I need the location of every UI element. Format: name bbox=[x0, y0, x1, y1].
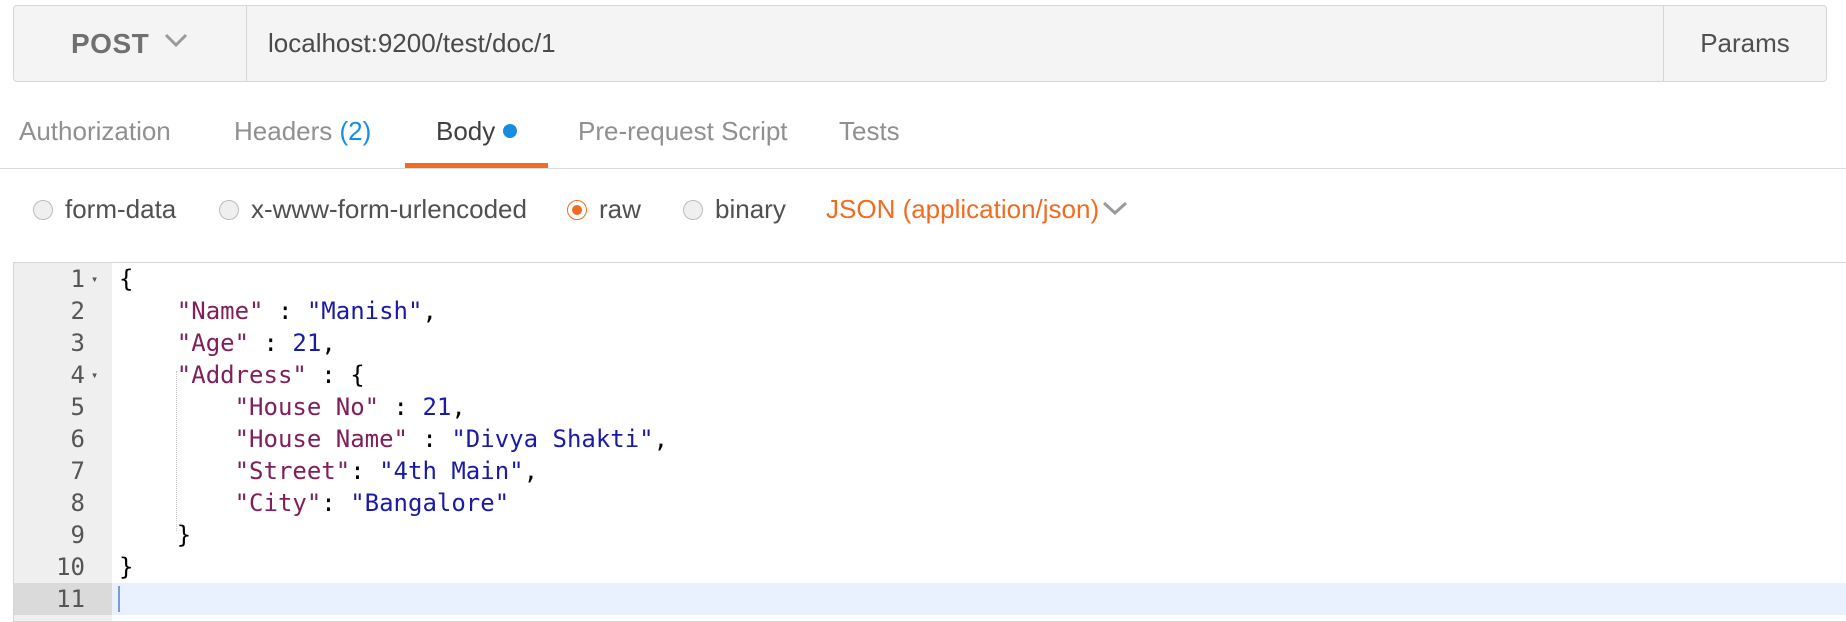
code-editor[interactable]: 1 ▾{2 "Name" : "Manish", 3 "Age" : 21, 4 ▾ "… bbox=[13, 262, 1846, 622]
code-text: "House No" : 21, bbox=[234, 393, 466, 421]
chevron-down-icon bbox=[164, 33, 188, 48]
code-text: "Name" : "Manish", bbox=[176, 297, 437, 325]
code-text: "House Name" : "Divya Shakti", bbox=[234, 425, 669, 453]
modified-dot-icon bbox=[503, 124, 518, 138]
code-text: "City": "Bangalore" bbox=[234, 489, 510, 517]
code-line[interactable]: 2 "Name" : "Manish", bbox=[14, 295, 1846, 327]
code-line[interactable]: 9 } bbox=[14, 519, 1846, 551]
radio-binary[interactable]: binary bbox=[683, 194, 786, 225]
line-number: 6 bbox=[70, 425, 85, 453]
tab-label: Authorization bbox=[19, 116, 171, 146]
radio-circle bbox=[683, 199, 703, 220]
method-label: POST bbox=[71, 28, 150, 59]
code-line[interactable]: 5 "House No" : 21, bbox=[14, 391, 1846, 423]
code-text: "Address" : { bbox=[176, 361, 365, 389]
line-number: 11 bbox=[56, 585, 85, 613]
code-text: { bbox=[119, 265, 134, 293]
line-number: 3 bbox=[70, 329, 85, 357]
tab-label: Tests bbox=[839, 116, 900, 146]
radio-circle bbox=[33, 199, 53, 220]
code-line[interactable]: 11 bbox=[14, 583, 1846, 615]
content-type-dropdown[interactable]: JSON (application/json) bbox=[826, 194, 1099, 225]
tab-pre-request-script[interactable]: Pre-request Script bbox=[578, 96, 788, 168]
line-number: 4 bbox=[70, 361, 85, 389]
headers-count-badge: (2) bbox=[339, 116, 372, 146]
code-text: } bbox=[119, 521, 192, 549]
code-line[interactable]: 1 ▾ { bbox=[14, 263, 1846, 295]
radio-label: form-data bbox=[65, 194, 177, 224]
tab-label: Body bbox=[436, 116, 496, 146]
tab-authorization[interactable]: Authorization bbox=[19, 96, 171, 168]
line-number: 7 bbox=[70, 457, 85, 485]
code-text: } bbox=[119, 553, 134, 581]
code-line[interactable]: 6 "House Name" : "Divya Shakti", bbox=[14, 423, 1846, 455]
request-tabs: Authorization Headers (2) Body Pre-reque… bbox=[0, 96, 1846, 169]
radio-label: x-www-form-urlencoded bbox=[251, 194, 527, 224]
chevron-down-icon[interactable] bbox=[1102, 200, 1128, 216]
tab-body[interactable]: Body bbox=[405, 96, 548, 168]
line-number: 2 bbox=[70, 297, 85, 325]
code-line[interactable]: 8 "City": "Bangalore" bbox=[14, 487, 1846, 519]
line-number: 8 bbox=[70, 489, 85, 517]
text-cursor bbox=[118, 586, 120, 612]
radio-label: raw bbox=[599, 194, 641, 224]
params-button[interactable]: Params bbox=[1663, 6, 1826, 81]
code-text: "Street": "4th Main", bbox=[234, 457, 539, 485]
radio-raw[interactable]: raw bbox=[567, 194, 641, 225]
line-number: 9 bbox=[70, 521, 85, 549]
fold-arrow-icon[interactable]: ▾ bbox=[91, 263, 98, 295]
tab-label: Headers bbox=[234, 116, 333, 146]
radio-form-data[interactable]: form-data bbox=[33, 194, 176, 225]
radio-circle bbox=[567, 199, 587, 220]
code-line[interactable]: 7 "Street": "4th Main", bbox=[14, 455, 1846, 487]
code-line[interactable]: 10} bbox=[14, 551, 1846, 583]
line-number: 1 bbox=[70, 265, 85, 293]
tab-tests[interactable]: Tests bbox=[839, 96, 900, 168]
fold-arrow-icon[interactable]: ▾ bbox=[91, 359, 98, 391]
line-number: 5 bbox=[70, 393, 85, 421]
radio-circle bbox=[219, 199, 239, 220]
line-number: 10 bbox=[56, 553, 85, 581]
radio-label: binary bbox=[715, 194, 786, 224]
tab-label: Pre-request Script bbox=[578, 116, 788, 146]
request-bar: POST localhost:9200/test/doc/1 Params bbox=[13, 5, 1827, 82]
code-line[interactable]: 4 ▾ "Address" : { bbox=[14, 359, 1846, 391]
url-input[interactable]: localhost:9200/test/doc/1 bbox=[268, 28, 556, 59]
code-text: "Age" : 21, bbox=[176, 329, 336, 357]
radio-x-www-form-urlencoded[interactable]: x-www-form-urlencoded bbox=[219, 194, 527, 225]
tab-headers[interactable]: Headers (2) bbox=[234, 96, 371, 168]
code-line[interactable]: 3 "Age" : 21, bbox=[14, 327, 1846, 359]
method-dropdown[interactable]: POST bbox=[14, 6, 247, 81]
